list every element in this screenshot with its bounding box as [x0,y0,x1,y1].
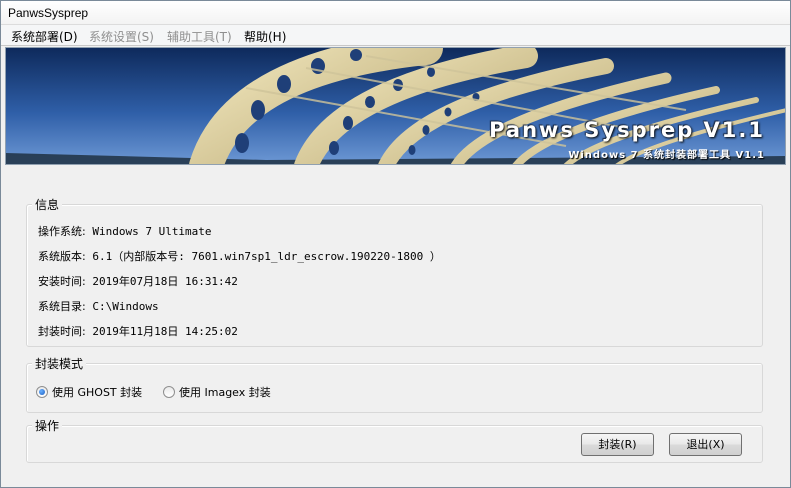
window-title: PanwsSysprep [8,6,89,20]
info-value: 2019年11月18日 14:25:02 [92,325,238,338]
info-row-system-dir: 系统目录: C:\Windows [38,298,159,314]
info-label: 系统目录: [38,300,86,313]
info-row-version: 系统版本: 6.1（内部版本号: 7601.win7sp1_ldr_escrow… [38,248,441,264]
menu-system-deploy[interactable]: 系统部署(D) [11,28,78,45]
title-bar[interactable]: PanwsSysprep [1,1,790,25]
radio-imagex-label[interactable]: 使用 Imagex 封装 [179,386,271,399]
banner-subtitle: Windows 7 系统封装部署工具 V1.1 [568,150,765,161]
seal-button[interactable]: 封装(R) [581,433,654,456]
exit-button[interactable]: 退出(X) [669,433,742,456]
menu-system-settings[interactable]: 系统设置(S) [89,28,154,45]
info-legend: 信息 [32,196,63,213]
info-value: 2019年07月18日 16:31:42 [92,275,238,288]
info-label: 操作系统: [38,225,86,238]
info-label: 安装时间: [38,275,86,288]
info-row-os: 操作系统: Windows 7 Ultimate [38,223,212,239]
radio-ghost-indicator[interactable] [36,386,48,398]
banner-image: Panws Sysprep V1.1 Windows 7 系统封装部署工具 V1… [5,47,786,165]
info-value: Windows 7 Ultimate [92,225,212,238]
info-group: 信息 操作系统: Windows 7 Ultimate 系统版本: 6.1（内部… [26,196,763,347]
info-value: C:\Windows [92,300,159,313]
seal-mode-legend: 封装模式 [32,355,87,372]
operation-legend: 操作 [32,417,63,434]
banner-title: Panws Sysprep V1.1 [489,118,765,142]
info-label: 封装时间: [38,325,86,338]
radio-imagex-indicator[interactable] [163,386,175,398]
menu-help[interactable]: 帮助(H) [244,28,286,45]
radio-ghost[interactable]: 使用 GHOST 封装 [36,384,142,400]
info-value: 6.1（内部版本号: 7601.win7sp1_ldr_escrow.19022… [92,250,441,263]
menu-aux-tools[interactable]: 辅助工具(T) [167,28,232,45]
radio-imagex[interactable]: 使用 Imagex 封装 [163,384,271,400]
info-label: 系统版本: [38,250,86,263]
operation-group: 操作 封装(R) 退出(X) [26,417,763,463]
info-row-seal-time: 封装时间: 2019年11月18日 14:25:02 [38,323,238,339]
menu-bar: 系统部署(D) 系统设置(S) 辅助工具(T) 帮助(H) [1,25,790,46]
info-row-install-time: 安装时间: 2019年07月18日 16:31:42 [38,273,238,289]
seal-mode-group: 封装模式 使用 GHOST 封装 使用 Imagex 封装 [26,355,763,413]
radio-ghost-label[interactable]: 使用 GHOST 封装 [52,386,142,399]
app-window: PanwsSysprep 系统部署(D) 系统设置(S) 辅助工具(T) 帮助(… [0,0,791,488]
